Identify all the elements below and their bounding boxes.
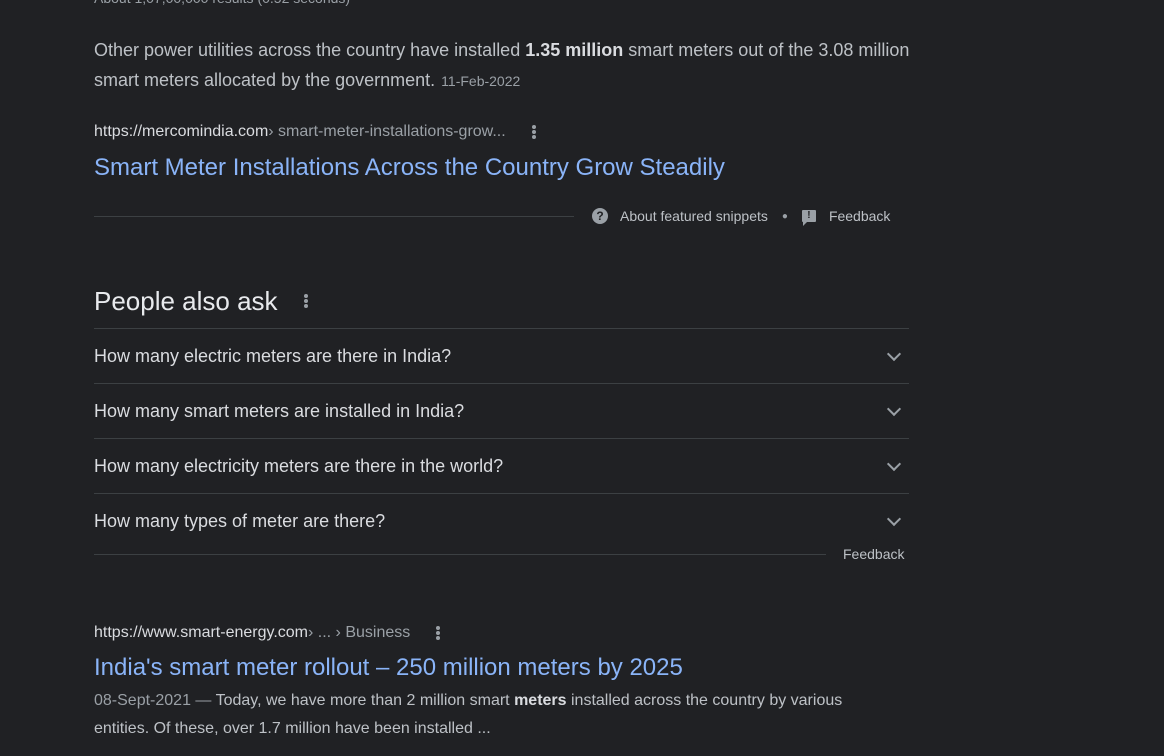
result-desc-before: Today, we have more than 2 million smart: [215, 692, 515, 709]
paa-question-text: How many smart meters are installed in I…: [94, 400, 465, 421]
snippet-text-before: Other power utilities across the country…: [94, 40, 526, 60]
people-also-ask-title: People also ask: [94, 285, 278, 316]
result-description: 08-Sept-2021 — Today, we have more than …: [94, 687, 854, 743]
people-also-ask-list: How many electric meters are there in In…: [94, 328, 909, 548]
paa-question[interactable]: How many electricity meters are there in…: [94, 439, 909, 494]
chevron-down-icon: [886, 456, 902, 471]
paa-question-text: How many types of meter are there?: [94, 510, 386, 531]
separator-dot: ●: [781, 210, 788, 222]
results-stats: About 1,07,00,000 results (0.52 seconds): [94, 0, 350, 8]
featured-snippet-text: Other power utilities across the country…: [94, 35, 914, 96]
chevron-down-icon: [886, 346, 902, 361]
feedback-icon: !: [801, 210, 816, 226]
snippet-source-cite: https://mercomindia.com › smart-meter-in…: [94, 122, 536, 142]
paa-question-text: How many electric meters are there in In…: [94, 345, 452, 366]
result-path: › ... › Business: [307, 624, 411, 641]
result-date: 08-Sept-2021 —: [94, 692, 216, 709]
paa-question-text: How many electricity meters are there in…: [94, 455, 504, 476]
result-title-link[interactable]: India's smart meter rollout – 250 millio…: [94, 653, 683, 683]
snippet-source-path: › smart-meter-installations-grow...: [268, 123, 506, 140]
search-results-page: About 1,07,00,000 results (0.52 seconds)…: [0, 0, 1164, 756]
result-url[interactable]: https://www.smart-energy.com: [94, 624, 308, 642]
people-also-ask-header: People also ask: [94, 284, 308, 318]
snippet-date: 11-Feb-2022: [441, 73, 521, 89]
paa-question[interactable]: How many electric meters are there in In…: [94, 329, 909, 384]
more-options-icon[interactable]: [436, 626, 441, 640]
more-options-icon[interactable]: [531, 125, 536, 139]
about-featured-snippets-link[interactable]: About featured snippets: [620, 208, 768, 224]
snippet-source-url[interactable]: https://mercomindia.com: [94, 123, 268, 141]
chevron-down-icon: [886, 401, 902, 416]
snippet-result-title-link[interactable]: Smart Meter Installations Across the Cou…: [94, 153, 725, 183]
result-cite: https://www.smart-energy.com › ... › Bus…: [94, 623, 441, 643]
chevron-down-icon: [886, 511, 902, 526]
help-icon: ?: [592, 208, 608, 224]
paa-question[interactable]: How many types of meter are there?: [94, 494, 909, 548]
result-desc-highlight: meters: [514, 692, 567, 709]
snippet-highlight: 1.35 million: [525, 40, 624, 60]
paa-question[interactable]: How many smart meters are installed in I…: [94, 384, 909, 439]
divider: [94, 554, 826, 555]
paa-feedback-link[interactable]: Feedback: [843, 546, 904, 562]
divider: [94, 216, 574, 217]
more-options-icon[interactable]: [303, 294, 308, 308]
snippet-feedback-link[interactable]: Feedback: [829, 208, 890, 224]
snippet-footer: ? About featured snippets ● ! Feedback: [592, 205, 890, 227]
